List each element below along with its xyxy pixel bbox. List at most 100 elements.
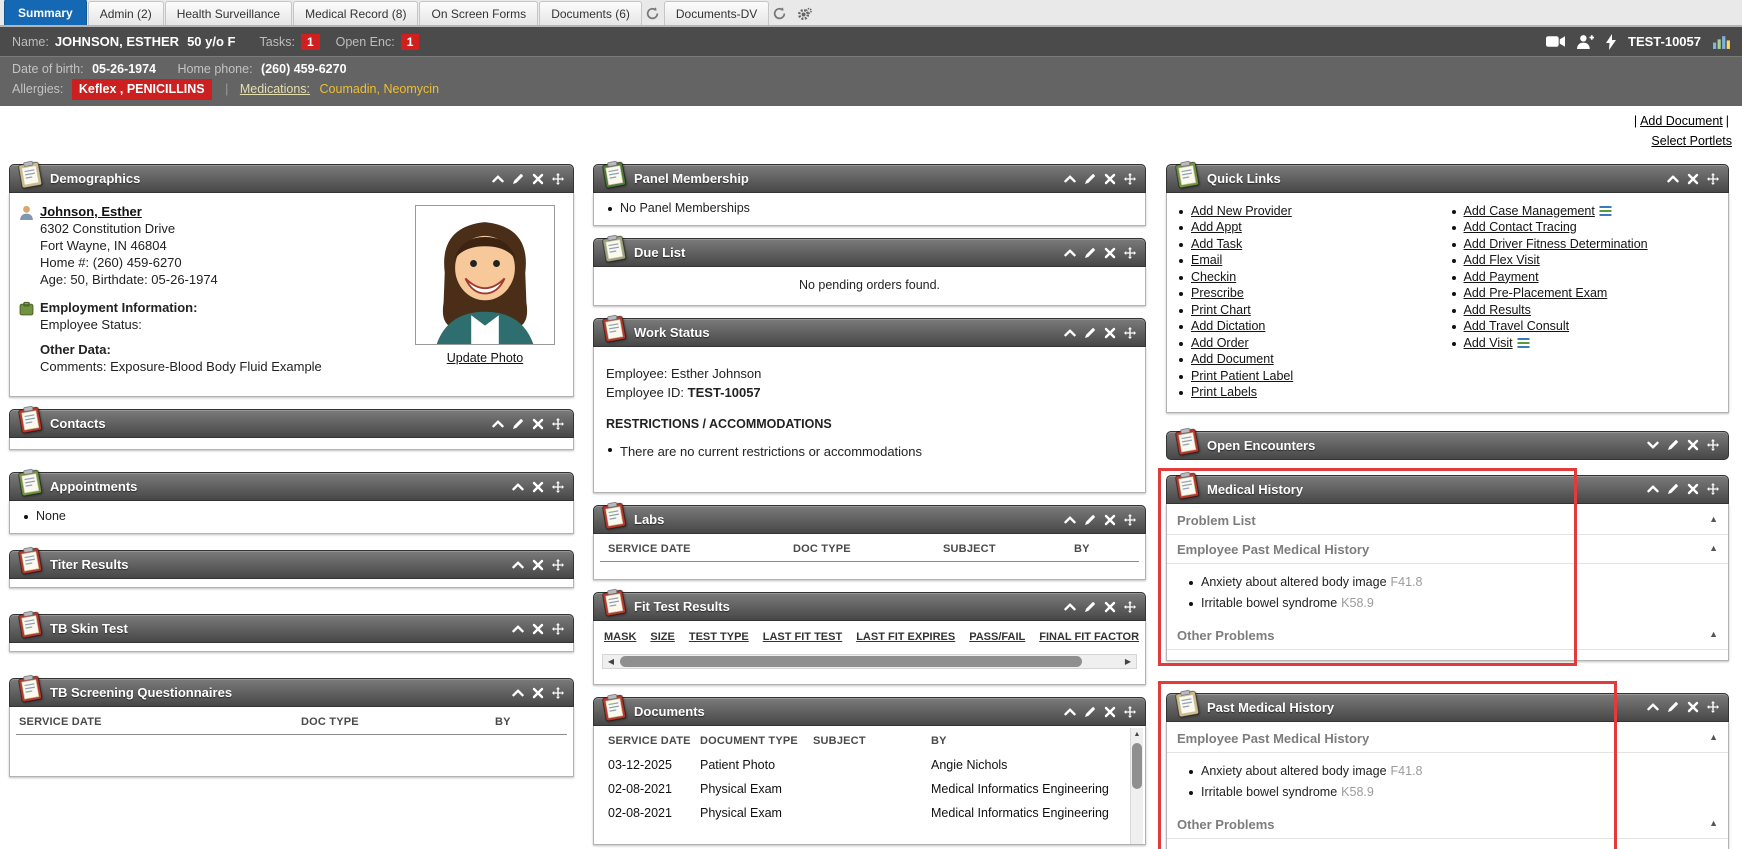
collapse-icon[interactable]	[1064, 514, 1076, 526]
refresh-circle-icon[interactable]	[772, 6, 787, 21]
edit-icon[interactable]	[1084, 327, 1096, 339]
collapse-icon[interactable]	[1647, 483, 1659, 495]
close-icon[interactable]	[532, 623, 544, 635]
quick-link-add-pre-placement-exam[interactable]: Add Pre-Placement Exam	[1464, 286, 1608, 300]
collapse-icon[interactable]	[1647, 701, 1659, 713]
close-icon[interactable]	[1104, 706, 1116, 718]
close-icon[interactable]	[1104, 247, 1116, 259]
column-header-last-fit-expires[interactable]: LAST FIT EXPIRES	[856, 631, 955, 643]
tab-documents-dv[interactable]: Documents-DV	[664, 1, 769, 25]
edit-icon[interactable]	[512, 418, 524, 430]
collapse-section-icon[interactable]: ▲	[1709, 629, 1718, 639]
column-header-pass-fail[interactable]: PASS/FAIL	[969, 631, 1025, 643]
move-icon[interactable]	[1124, 173, 1136, 185]
quick-link-add-task[interactable]: Add Task	[1191, 237, 1242, 251]
quick-link-add-new-provider[interactable]: Add New Provider	[1191, 204, 1292, 218]
patient-name-link[interactable]: Johnson, Esther	[40, 204, 142, 219]
vertical-scrollbar[interactable]: ▲	[1130, 728, 1143, 844]
open-enc-count-badge[interactable]: 1	[401, 34, 420, 50]
edit-icon[interactable]	[512, 173, 524, 185]
collapse-icon[interactable]	[1064, 706, 1076, 718]
refresh-circle-icon[interactable]	[645, 6, 660, 21]
edit-icon[interactable]	[1084, 173, 1096, 185]
tasks-count-badge[interactable]: 1	[301, 34, 320, 50]
close-icon[interactable]	[532, 687, 544, 699]
medications-label-link[interactable]: Medications:	[240, 82, 310, 96]
video-camera-icon[interactable]	[1546, 35, 1565, 48]
quick-link-checkin[interactable]: Checkin	[1191, 270, 1236, 284]
tab-admin[interactable]: Admin (2)	[88, 1, 164, 25]
horizontal-scrollbar[interactable]: ◀ ▶	[602, 654, 1137, 669]
close-icon[interactable]	[1687, 701, 1699, 713]
quick-link-print-labels[interactable]: Print Labels	[1191, 385, 1257, 399]
move-icon[interactable]	[1124, 247, 1136, 259]
quick-link-add-case-management[interactable]: Add Case Management	[1464, 204, 1595, 218]
close-icon[interactable]	[532, 559, 544, 571]
tab-medical-record[interactable]: Medical Record (8)	[293, 1, 418, 25]
collapse-icon[interactable]	[1667, 173, 1679, 185]
collapse-icon[interactable]	[512, 559, 524, 571]
collapse-section-icon[interactable]: ▲	[1709, 732, 1718, 742]
column-header-final-fit-factor[interactable]: FINAL FIT FACTOR	[1039, 631, 1139, 643]
collapse-icon[interactable]	[1064, 327, 1076, 339]
move-icon[interactable]	[1707, 483, 1719, 495]
close-icon[interactable]	[1104, 173, 1116, 185]
allergies-badge[interactable]: Keflex , PENICILLINS	[72, 79, 212, 100]
quick-link-add-travel-consult[interactable]: Add Travel Consult	[1464, 319, 1570, 333]
add-person-icon[interactable]	[1577, 34, 1594, 49]
close-icon[interactable]	[1104, 327, 1116, 339]
collapse-section-icon[interactable]: ▲	[1709, 543, 1718, 553]
quick-link-add-visit[interactable]: Add Visit	[1464, 336, 1513, 350]
lightning-icon[interactable]	[1606, 34, 1616, 50]
move-icon[interactable]	[552, 418, 564, 430]
move-icon[interactable]	[552, 481, 564, 493]
expand-icon[interactable]	[1647, 439, 1659, 451]
move-icon[interactable]	[552, 623, 564, 635]
tab-summary[interactable]: Summary	[4, 0, 87, 25]
quick-link-add-driver-fitness-determination[interactable]: Add Driver Fitness Determination	[1464, 237, 1648, 251]
collapse-icon[interactable]	[1064, 601, 1076, 613]
quick-link-print-patient-label[interactable]: Print Patient Label	[1191, 369, 1293, 383]
close-icon[interactable]	[532, 481, 544, 493]
edit-icon[interactable]	[1084, 247, 1096, 259]
close-icon[interactable]	[1104, 601, 1116, 613]
scroll-up-icon[interactable]: ▲	[1131, 728, 1143, 741]
close-icon[interactable]	[1687, 173, 1699, 185]
move-icon[interactable]	[552, 173, 564, 185]
quick-link-prescribe[interactable]: Prescribe	[1191, 286, 1244, 300]
collapse-icon[interactable]	[1064, 173, 1076, 185]
column-header-size[interactable]: SIZE	[650, 631, 674, 643]
collapse-icon[interactable]	[492, 173, 504, 185]
move-icon[interactable]	[552, 687, 564, 699]
edit-icon[interactable]	[1667, 483, 1679, 495]
quick-link-add-appt[interactable]: Add Appt	[1191, 220, 1242, 234]
scrollbar-thumb[interactable]	[620, 656, 1082, 667]
tab-health-surveillance[interactable]: Health Surveillance	[165, 1, 292, 25]
settings-gear-icon[interactable]	[797, 7, 812, 22]
close-icon[interactable]	[1104, 514, 1116, 526]
collapse-section-icon[interactable]: ▲	[1709, 514, 1718, 524]
move-icon[interactable]	[1124, 601, 1136, 613]
move-icon[interactable]	[552, 559, 564, 571]
collapse-icon[interactable]	[492, 418, 504, 430]
quick-link-add-flex-visit[interactable]: Add Flex Visit	[1464, 253, 1540, 267]
edit-icon[interactable]	[1084, 514, 1096, 526]
move-icon[interactable]	[1707, 701, 1719, 713]
tab-documents[interactable]: Documents (6)	[539, 1, 642, 25]
column-header-last-fit-test[interactable]: LAST FIT TEST	[763, 631, 842, 643]
scroll-right-icon[interactable]: ▶	[1120, 655, 1136, 668]
close-icon[interactable]	[532, 418, 544, 430]
move-icon[interactable]	[1707, 173, 1719, 185]
collapse-icon[interactable]	[512, 623, 524, 635]
quick-link-email[interactable]: Email	[1191, 253, 1222, 267]
collapse-section-icon[interactable]: ▲	[1709, 818, 1718, 828]
update-photo-link[interactable]: Update Photo	[447, 351, 523, 365]
column-header-mask[interactable]: MASK	[604, 631, 636, 643]
document-row[interactable]: 02-08-2021 Physical Exam Medical Informa…	[594, 777, 1129, 801]
quick-link-add-payment[interactable]: Add Payment	[1464, 270, 1539, 284]
scroll-left-icon[interactable]: ◀	[603, 655, 619, 668]
add-document-link[interactable]: Add Document	[1640, 114, 1723, 128]
quick-link-add-document[interactable]: Add Document	[1191, 352, 1274, 366]
edit-icon[interactable]	[1667, 439, 1679, 451]
quick-link-print-chart[interactable]: Print Chart	[1191, 303, 1251, 317]
